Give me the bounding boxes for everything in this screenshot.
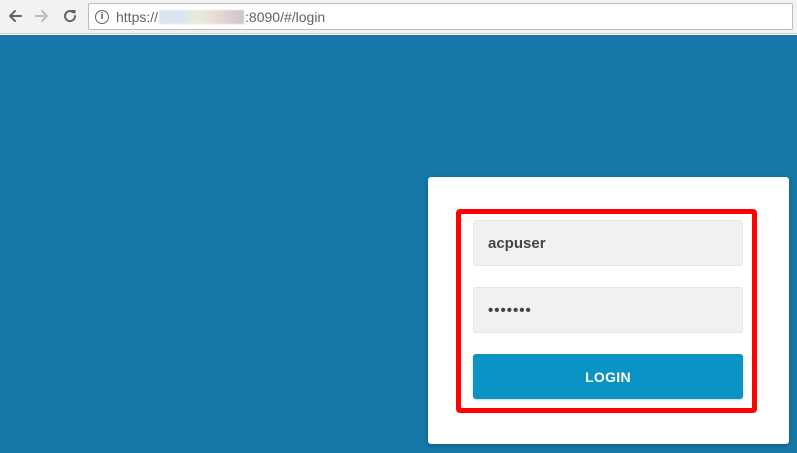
reload-button[interactable] bbox=[59, 5, 81, 27]
url-suffix: :8090/#/login bbox=[245, 9, 326, 25]
password-field[interactable] bbox=[473, 287, 743, 333]
info-icon[interactable]: i bbox=[95, 10, 109, 24]
login-button[interactable]: LOGIN bbox=[473, 354, 743, 399]
reload-icon bbox=[64, 10, 77, 23]
username-field[interactable] bbox=[473, 220, 743, 266]
back-button[interactable] bbox=[4, 5, 26, 27]
url-prefix: https:// bbox=[116, 9, 159, 25]
forward-button[interactable] bbox=[31, 5, 53, 27]
url-host-redacted bbox=[159, 10, 245, 24]
arrow-left-icon bbox=[9, 10, 22, 22]
arrow-right-icon bbox=[35, 10, 48, 22]
browser-toolbar: i https:// :8090/#/login bbox=[0, 0, 797, 34]
url-text: https:// :8090/#/login bbox=[116, 9, 325, 25]
address-bar[interactable]: i https:// :8090/#/login bbox=[88, 3, 793, 30]
